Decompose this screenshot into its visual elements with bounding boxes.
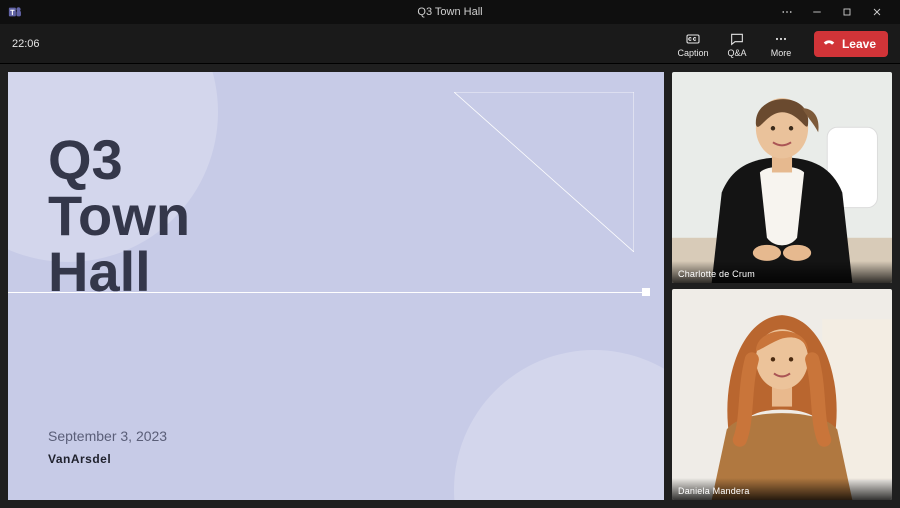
slide-decor-circle-bottom bbox=[454, 350, 664, 500]
teams-app-icon bbox=[8, 5, 22, 19]
caption-button[interactable]: Caption bbox=[676, 27, 710, 61]
slide-heading-line1: Q3 bbox=[48, 132, 190, 188]
more-label: More bbox=[771, 48, 792, 58]
slide-brand: VanArsdel bbox=[48, 452, 111, 466]
participant-tile[interactable]: Daniela Mandera bbox=[672, 289, 892, 500]
qa-label: Q&A bbox=[727, 48, 746, 58]
window-close-button[interactable] bbox=[862, 0, 892, 24]
slide-heading-line3: Hall bbox=[48, 244, 190, 300]
meeting-stage: Q3 Town Hall September 3, 2023 VanArsdel bbox=[0, 64, 900, 508]
caption-label: Caption bbox=[677, 48, 708, 58]
hang-up-icon bbox=[822, 35, 836, 52]
slide-heading-line2: Town bbox=[48, 188, 190, 244]
slide-decor-triangle bbox=[454, 92, 634, 252]
window-title: Q3 Town Hall bbox=[0, 6, 900, 18]
participant-name: Charlotte de Crum bbox=[672, 261, 892, 283]
meeting-toolbar: 22:06 Caption Q&A More Leave bbox=[0, 24, 900, 64]
window-maximize-button[interactable] bbox=[832, 0, 862, 24]
avatar bbox=[672, 72, 892, 283]
window-minimize-button[interactable] bbox=[802, 0, 832, 24]
participant-name: Daniela Mandera bbox=[672, 478, 892, 500]
slide-date: September 3, 2023 bbox=[48, 428, 167, 444]
more-button[interactable]: More bbox=[764, 27, 798, 61]
leave-label: Leave bbox=[842, 37, 876, 51]
window-overflow-icon[interactable] bbox=[772, 0, 802, 24]
participant-tile[interactable]: Charlotte de Crum bbox=[672, 72, 892, 283]
chat-bubble-icon bbox=[729, 30, 745, 48]
slide-decor-square bbox=[642, 288, 650, 296]
shared-content: Q3 Town Hall September 3, 2023 VanArsdel bbox=[8, 72, 664, 500]
ellipsis-icon bbox=[773, 30, 789, 48]
meeting-timer: 22:06 bbox=[12, 38, 40, 50]
qa-button[interactable]: Q&A bbox=[720, 27, 754, 61]
presentation-slide: Q3 Town Hall September 3, 2023 VanArsdel bbox=[8, 72, 664, 500]
leave-button[interactable]: Leave bbox=[814, 31, 888, 57]
caption-icon bbox=[685, 30, 701, 48]
title-bar: Q3 Town Hall bbox=[0, 0, 900, 24]
avatar bbox=[672, 289, 892, 500]
slide-heading: Q3 Town Hall bbox=[48, 132, 190, 300]
window-controls bbox=[772, 0, 892, 24]
participants-column: Charlotte de Crum bbox=[672, 72, 892, 500]
